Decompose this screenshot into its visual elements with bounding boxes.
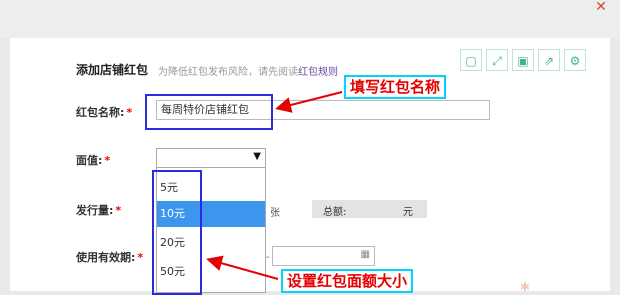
page-title: 添加店铺红包 xyxy=(76,63,149,77)
dropdown-arrow-icon: ▼ xyxy=(253,151,261,162)
issue-count-label: 发行量: * xyxy=(76,202,121,218)
copy-icon[interactable]: ▢ xyxy=(460,49,482,71)
count-unit: 张 xyxy=(270,208,280,219)
decorative-star-icon: ✱ xyxy=(520,280,531,294)
total-label: 总额: xyxy=(323,207,347,218)
share-icon[interactable]: ⇗ xyxy=(538,49,560,71)
name-label-text: 红包名称: xyxy=(76,106,125,119)
gear-icon[interactable]: ⚙ xyxy=(564,49,586,71)
required-mark: * xyxy=(104,154,111,167)
face-value-label: 面值: * xyxy=(76,152,110,168)
issue-count-label-text: 发行量: xyxy=(76,204,114,217)
save-icon[interactable]: ▣ xyxy=(512,49,534,71)
name-label: 红包名称: * xyxy=(76,104,132,120)
validity-end-date-input[interactable]: ▦ xyxy=(272,246,375,266)
subtitle-text: 为降低红包发布风险，请先阅读 xyxy=(158,67,298,78)
page-subtitle: 为降低红包发布风险，请先阅读红包规则 xyxy=(158,63,338,78)
calendar-icon[interactable]: ▦ xyxy=(361,249,370,260)
validity-label: 使用有效期: * xyxy=(76,249,143,265)
name-highlight-box xyxy=(145,94,273,130)
name-callout: 填写红包名称 xyxy=(344,75,447,99)
dropdown-highlight-box xyxy=(152,170,202,295)
face-value-label-text: 面值: xyxy=(76,154,103,167)
rules-link[interactable]: 红包规则 xyxy=(298,67,338,78)
total-amount: 总额: 元 xyxy=(312,200,427,218)
face-value-select[interactable]: ▼ xyxy=(156,148,266,168)
required-mark: * xyxy=(126,106,133,119)
toolbar: ▢ ⤢ ▣ ⇗ ⚙ xyxy=(456,49,602,71)
total-unit: 元 xyxy=(403,207,413,218)
validity-separator: - xyxy=(266,252,270,263)
required-mark: * xyxy=(115,204,122,217)
value-callout: 设置红包面额大小 xyxy=(281,269,414,293)
validity-label-text: 使用有效期: xyxy=(76,251,136,264)
expand-icon[interactable]: ⤢ xyxy=(486,49,508,71)
close-icon[interactable]: ✕ xyxy=(592,0,610,16)
top-bar: ✕ xyxy=(0,0,620,38)
required-mark: * xyxy=(137,251,144,264)
